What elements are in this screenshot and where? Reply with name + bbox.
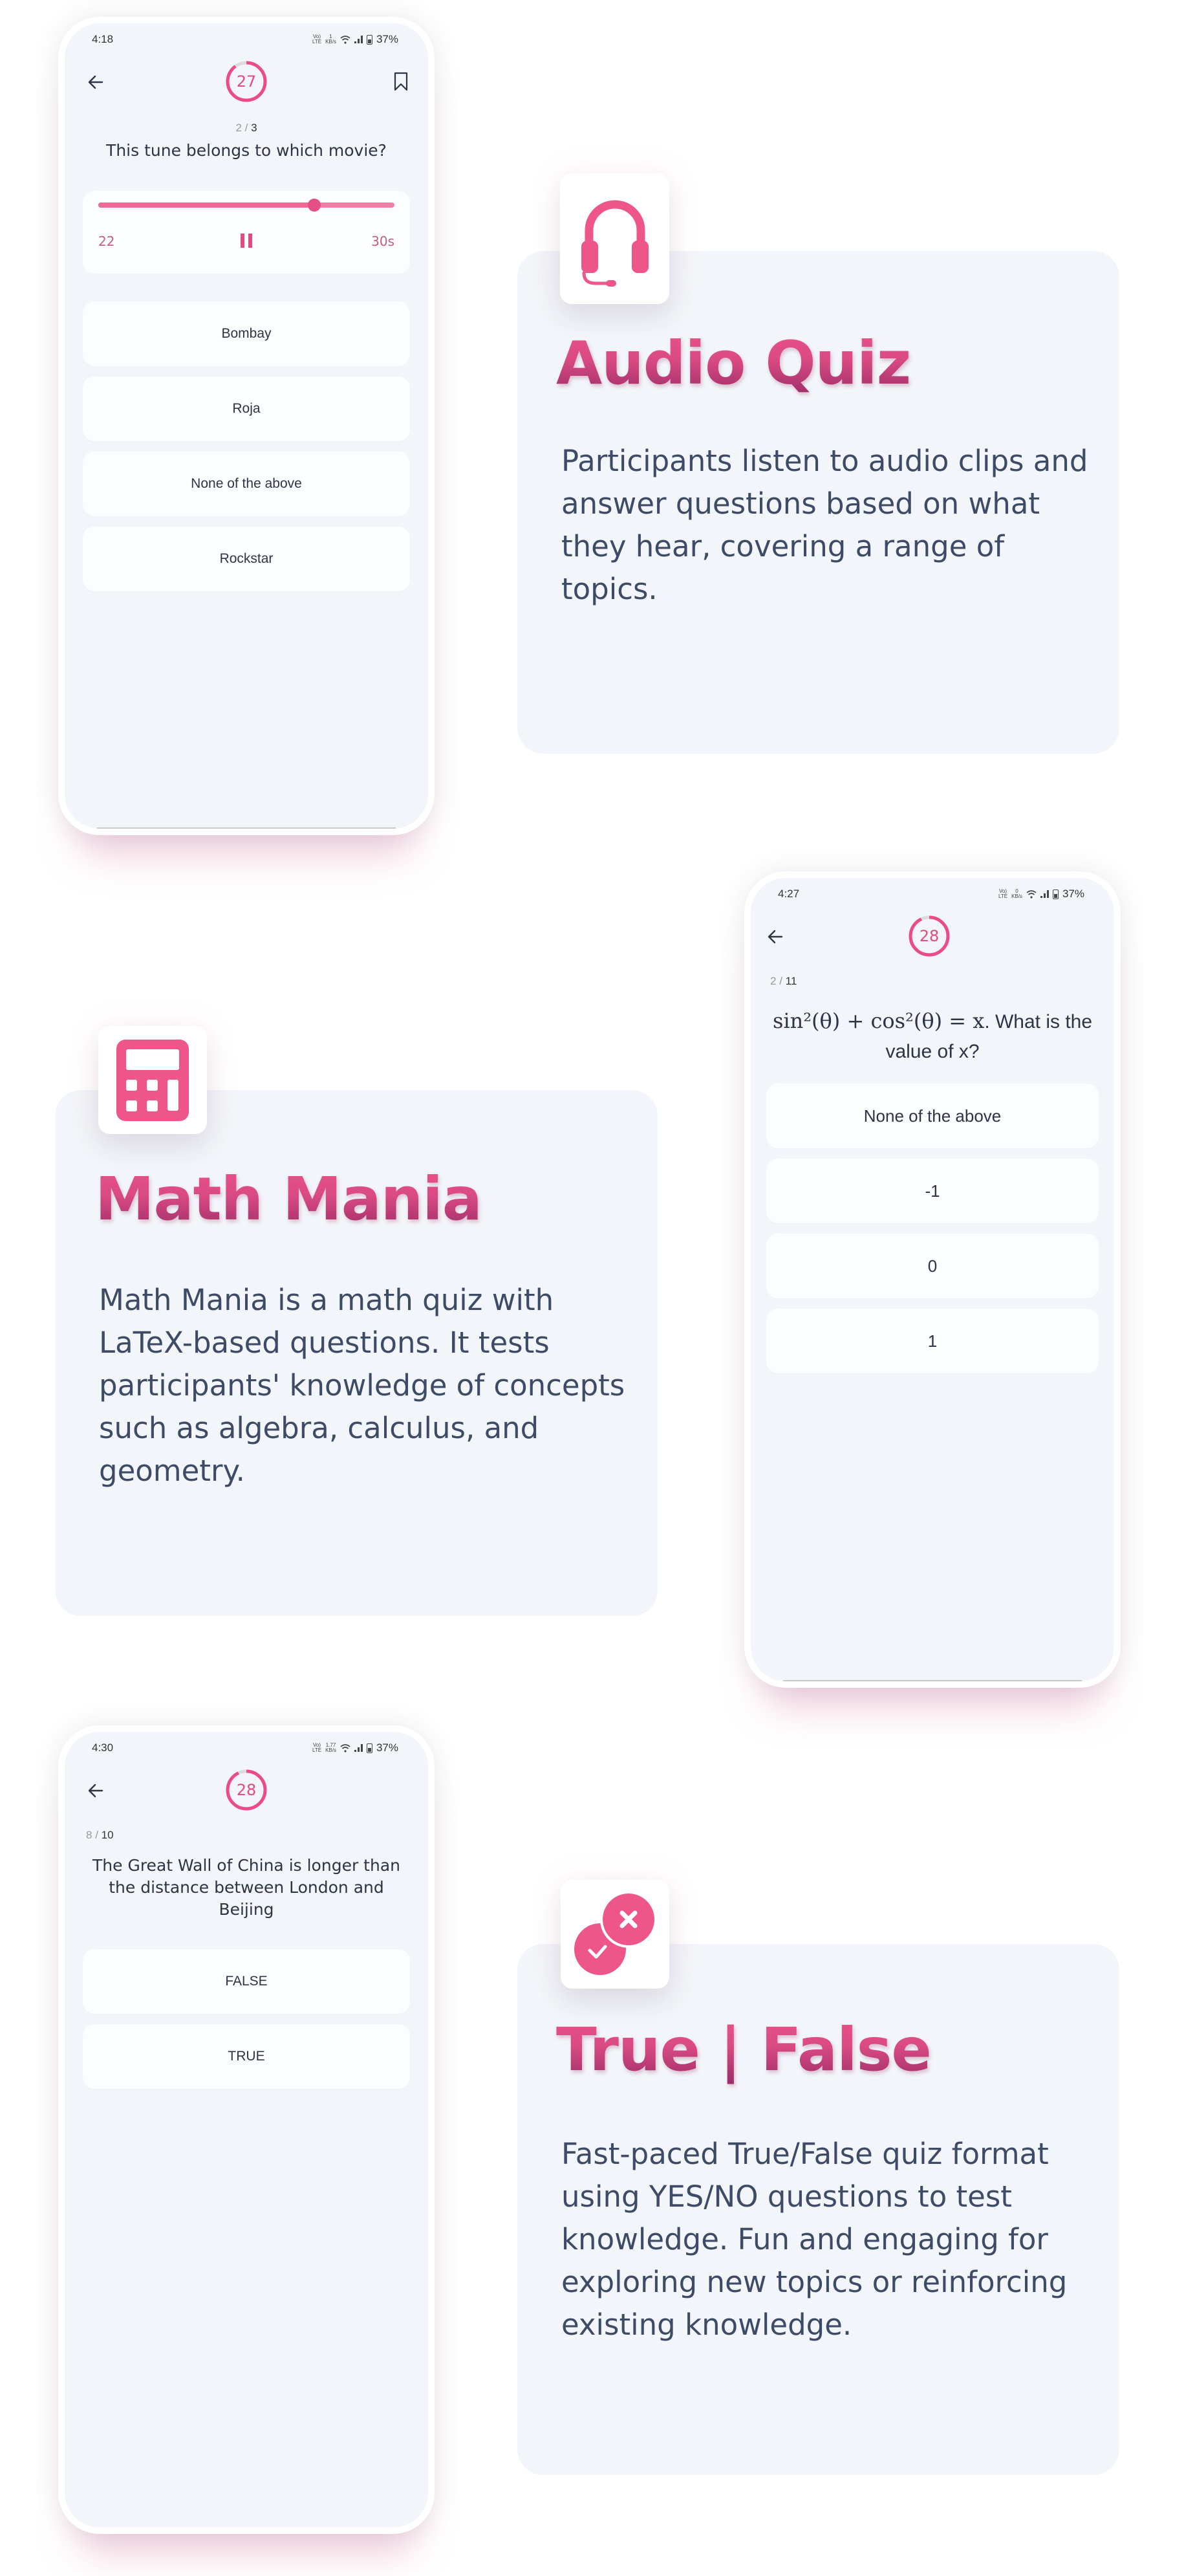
battery-icon	[366, 34, 372, 45]
screen-bottom-edge	[783, 1680, 1082, 1681]
latex-equation: sin²(θ) + cos²(θ) = x	[772, 1009, 985, 1033]
timer-value: 27	[236, 72, 257, 91]
status-bar: 4:18 Vo) LTE 1 KB/s 37%	[65, 23, 428, 56]
answer-option[interactable]: Bombay	[83, 301, 410, 366]
audio-total-time: 30s	[371, 234, 394, 249]
feature-description: Math Mania is a math quiz with LaTeX-bas…	[99, 1283, 625, 1488]
feature-icon-box	[98, 1026, 207, 1134]
feature-title: Math Mania	[95, 1164, 482, 1234]
answer-option[interactable]: 0	[766, 1234, 1099, 1298]
wifi-icon	[340, 35, 350, 44]
feature-card-audio-quiz: Audio Quiz Participants listen to audio …	[517, 251, 1119, 754]
countdown-timer: 28	[908, 915, 951, 957]
feature-card-true-false: True | False Fast-paced True/False quiz …	[517, 1944, 1119, 2475]
question-counter: 2 / 11	[770, 975, 797, 987]
feature-description: Participants listen to audio clips and a…	[561, 444, 1088, 606]
quiz-top-bar: 28	[751, 913, 1114, 959]
answer-option[interactable]: FALSE	[83, 1949, 410, 2014]
phone-screen: 4:30 Vo) LTE 1.77 KB/s 37% 28 8 / 10 The…	[65, 1732, 428, 2527]
question-counter: 2 / 3	[235, 122, 257, 134]
headset-icon	[581, 200, 649, 287]
audio-player: 22 30s	[83, 191, 410, 274]
answer-option[interactable]: -1	[766, 1159, 1099, 1223]
audio-current-time: 22	[98, 234, 115, 249]
volte-icon: Vo) LTE	[312, 1742, 322, 1753]
signal-icon	[1040, 890, 1049, 898]
quiz-top-bar: 27	[65, 59, 428, 104]
wifi-icon	[1026, 890, 1037, 899]
timer-value: 28	[236, 1781, 257, 1799]
question-text: The Great Wall of China is longer than t…	[92, 1856, 400, 1919]
network-speed: 1.77 KB/s	[325, 1742, 336, 1753]
feature-icon-box	[561, 1880, 669, 1989]
answer-option[interactable]: Rockstar	[83, 527, 410, 591]
countdown-timer: 27	[225, 60, 268, 103]
audio-seek-thumb[interactable]	[308, 199, 321, 212]
question-text: This tune belongs to which movie?	[106, 141, 387, 160]
feature-title: True | False	[556, 2015, 932, 2084]
status-bar: 4:30 Vo) LTE 1.77 KB/s 37%	[65, 1732, 428, 1764]
volte-icon: Vo) LTE	[312, 34, 322, 45]
wifi-icon	[340, 1743, 350, 1752]
arrow-left-icon[interactable]	[87, 1782, 105, 1800]
question-text: sin²(θ) + cos²(θ) = x. What is the value…	[772, 1009, 1093, 1062]
pause-icon[interactable]	[241, 234, 252, 248]
phone-mockup-audio-quiz: 4:18 Vo) LTE 1 KB/s 37% 27 2 / 3 This tu…	[58, 17, 435, 835]
screen-bottom-edge	[97, 827, 396, 829]
answer-option[interactable]: 1	[766, 1309, 1099, 1373]
battery-level: 37%	[1062, 888, 1084, 900]
arrow-left-icon[interactable]	[87, 73, 105, 91]
question-counter: 8 / 10	[86, 1829, 114, 1841]
timer-value: 28	[919, 927, 940, 945]
status-time: 4:27	[778, 888, 800, 900]
signal-icon	[354, 1744, 363, 1752]
phone-screen: 4:18 Vo) LTE 1 KB/s 37% 27 2 / 3 This tu…	[65, 23, 428, 829]
network-speed: 0 KB/s	[1011, 888, 1022, 899]
battery-level: 37%	[376, 1741, 398, 1754]
calculator-icon	[116, 1039, 189, 1121]
answer-option[interactable]: None of the above	[766, 1084, 1099, 1148]
feature-description: Fast-paced True/False quiz format using …	[561, 2137, 1068, 2342]
true-false-icon	[574, 1892, 657, 1975]
audio-seek-bar[interactable]	[98, 199, 394, 212]
audio-seek-fill	[98, 202, 315, 208]
feature-title: Audio Quiz	[556, 329, 911, 398]
phone-mockup-true-false: 4:30 Vo) LTE 1.77 KB/s 37% 28 8 / 10 The…	[58, 1725, 435, 2534]
status-bar: 4:27 Vo) LTE 0 KB/s 37%	[751, 878, 1114, 910]
bookmark-icon[interactable]	[393, 72, 409, 91]
battery-icon	[1052, 889, 1059, 899]
battery-level: 37%	[376, 33, 398, 45]
answer-option[interactable]: Roja	[83, 377, 410, 441]
volte-icon: Vo) LTE	[998, 888, 1008, 899]
feature-icon-box	[560, 173, 669, 304]
status-time: 4:30	[92, 1741, 114, 1754]
feature-card-math-mania: Math Mania Math Mania is a math quiz wit…	[55, 1090, 658, 1616]
phone-screen: 4:27 Vo) LTE 0 KB/s 37% 28 2 / 11 sin²(θ…	[751, 878, 1114, 1681]
answer-option[interactable]: TRUE	[83, 2024, 410, 2089]
status-time: 4:18	[92, 33, 114, 45]
signal-icon	[354, 36, 363, 43]
answer-option[interactable]: None of the above	[83, 452, 410, 516]
arrow-left-icon[interactable]	[766, 928, 784, 946]
countdown-timer: 28	[225, 1769, 268, 1811]
battery-icon	[366, 1743, 372, 1753]
quiz-top-bar: 28	[65, 1767, 428, 1813]
phone-mockup-math-mania: 4:27 Vo) LTE 0 KB/s 37% 28 2 / 11 sin²(θ…	[744, 871, 1121, 1688]
network-speed: 1 KB/s	[325, 34, 336, 45]
